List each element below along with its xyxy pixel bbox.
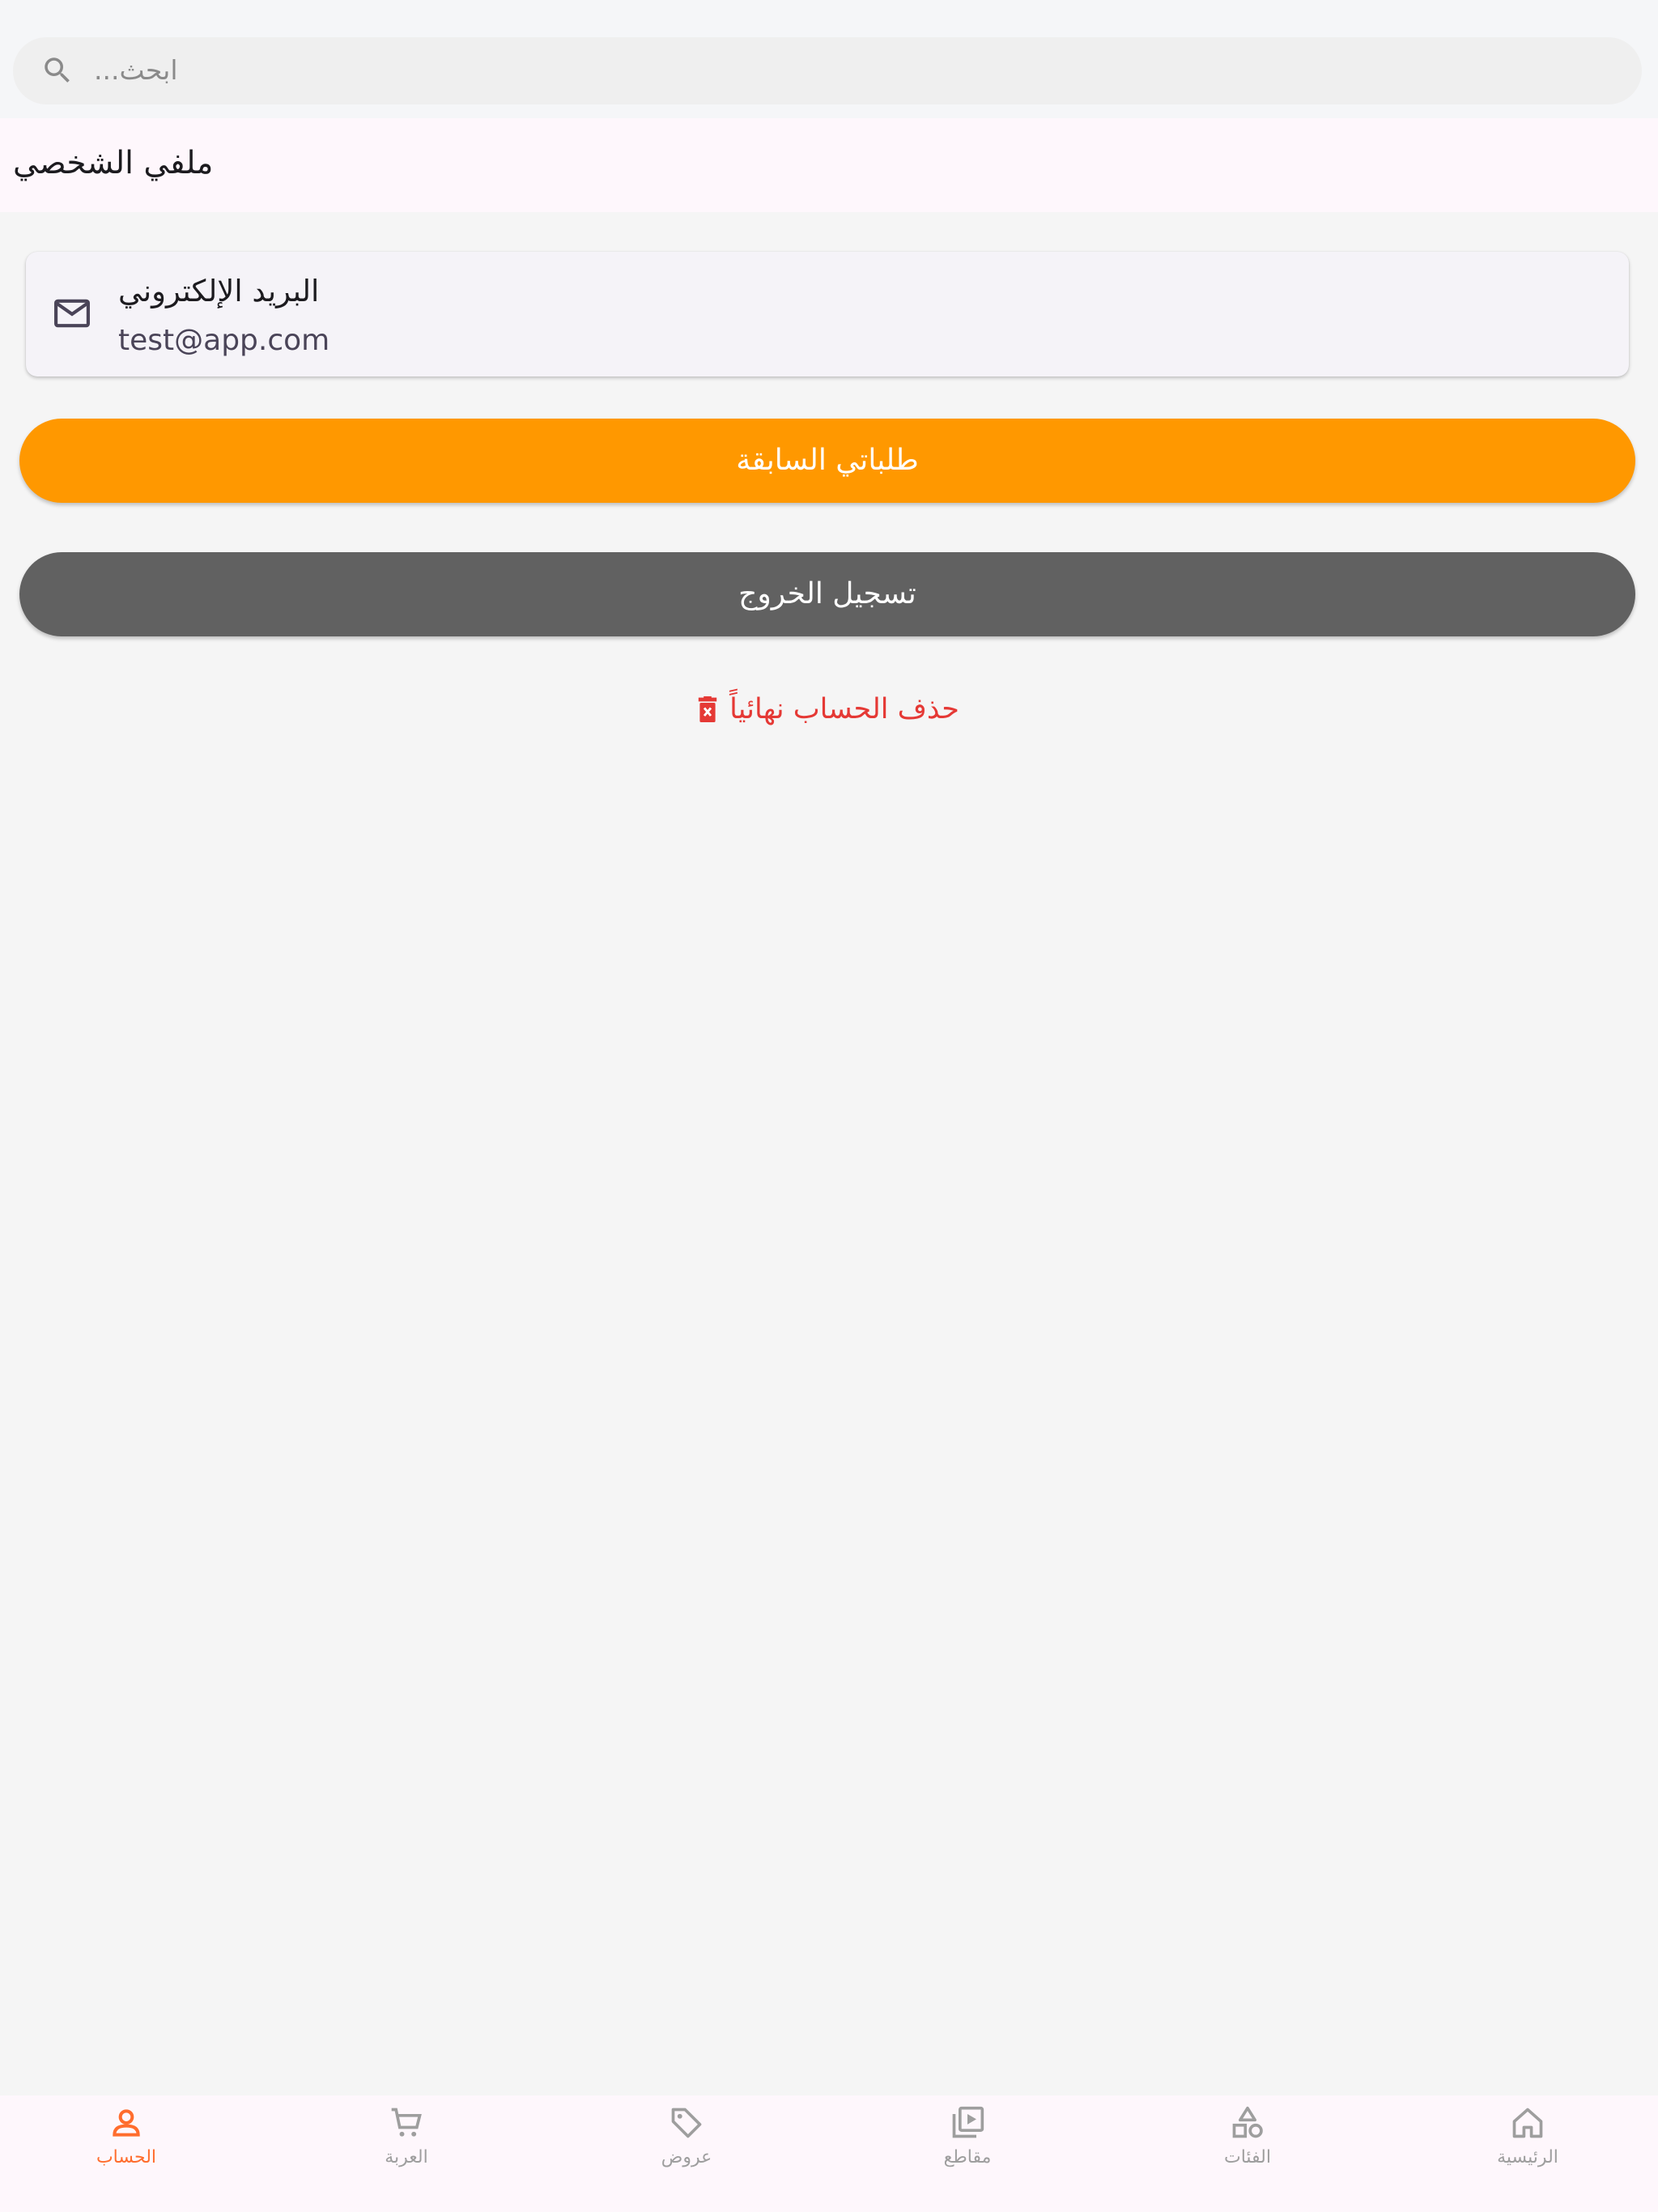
email-label: البريد الإلكتروني <box>118 274 320 308</box>
nav-item-videos[interactable]: مقاطع <box>895 2105 1040 2186</box>
categories-icon <box>1232 2106 1263 2138</box>
nav-label-account: الحساب <box>96 2147 157 2167</box>
delete-account-label: حذف الحساب نهائياً <box>729 693 959 725</box>
nav-item-account[interactable]: الحساب <box>53 2105 199 2186</box>
delete-account-button[interactable]: حذف الحساب نهائياً <box>695 687 962 732</box>
nav-label-home: الرئيسية <box>1497 2147 1558 2167</box>
search-icon <box>45 57 70 83</box>
email-value: test@app.com <box>118 324 330 357</box>
delete-forever-icon <box>698 696 717 722</box>
video-library-icon <box>952 2106 984 2138</box>
search-input[interactable] <box>13 37 1642 104</box>
tag-icon <box>671 2108 702 2138</box>
nav-item-categories[interactable]: الفئات <box>1175 2105 1320 2186</box>
search-placeholder: ابحث... <box>94 54 178 86</box>
nav-item-cart[interactable]: العربة <box>334 2105 479 2186</box>
page-title: ملفي الشخصي <box>13 145 214 181</box>
nav-label-cart: العربة <box>385 2147 428 2167</box>
account-icon <box>113 2109 140 2137</box>
mail-icon <box>54 299 90 328</box>
previous-orders-button[interactable]: طلباتي السابقة <box>19 419 1635 503</box>
nav-label-videos: مقاطع <box>943 2147 992 2167</box>
nav-item-home[interactable]: الرئيسية <box>1455 2105 1601 2186</box>
nav-label-offers: عروض <box>661 2147 712 2167</box>
cart-icon <box>391 2108 422 2137</box>
logout-button[interactable]: تسجيل الخروج <box>19 552 1635 636</box>
bottom-navigation <box>0 2095 1658 2212</box>
nav-label-categories: الفئات <box>1224 2147 1271 2167</box>
title-bar <box>0 118 1658 212</box>
home-icon <box>1512 2108 1543 2138</box>
nav-item-offers[interactable]: عروض <box>614 2105 759 2186</box>
